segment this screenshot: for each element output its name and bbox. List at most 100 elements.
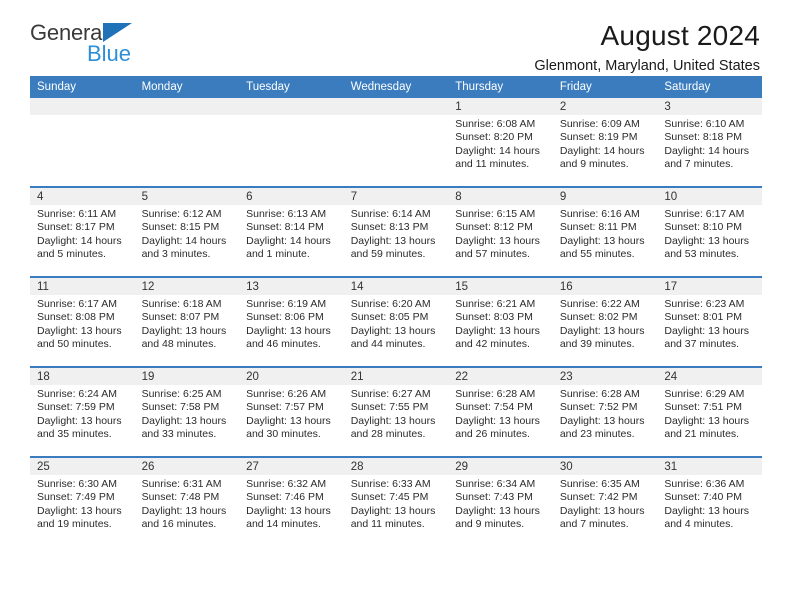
day-detail-line: and 33 minutes. — [141, 427, 217, 440]
page-subtitle: Glenmont, Maryland, United States — [534, 58, 760, 74]
calendar-day-cell[interactable]: 1 Sunrise: 6:08 AM Sunset: 8:20 PM Daylight… — [448, 98, 553, 187]
day-detail-line: and 4 minutes. — [664, 517, 734, 530]
day-number: 11 — [30, 278, 135, 295]
calendar-week-row: 18 Sunrise: 6:24 AM Sunset: 7:59 PM Dayligh… — [30, 366, 762, 457]
day-number: 1 — [448, 98, 553, 115]
day-details: Sunrise: 6:26 AM Sunset: 7:57 PM Daylight:… — [239, 385, 344, 441]
day-detail-line: and 1 minute. — [246, 247, 310, 260]
day-detail-line: Sunset: 7:40 PM — [664, 491, 743, 504]
day-details: Sunrise: 6:22 AM Sunset: 8:02 PM Daylight:… — [553, 295, 658, 351]
calendar-day-cell[interactable]: 24 Sunrise: 6:29 AM Sunset: 7:51 PM Dayligh… — [657, 366, 762, 457]
day-number: 7 — [343, 188, 449, 205]
day-detail-line: Sunset: 7:48 PM — [141, 491, 220, 504]
day-detail-line: and 35 minutes. — [37, 427, 112, 440]
day-detail-line: and 5 minutes. — [37, 247, 106, 260]
calendar-day-cell[interactable]: 2 Sunrise: 6:09 AM Sunset: 8:19 PM Daylight… — [552, 98, 658, 187]
day-detail-line: and 21 minutes. — [664, 427, 740, 440]
calendar-day-cell[interactable]: 30 Sunrise: 6:35 AM Sunset: 7:42 PM Dayligh… — [552, 456, 658, 546]
calendar-day-cell[interactable]: 11 Sunrise: 6:17 AM Sunset: 8:08 PM Dayligh… — [30, 276, 135, 367]
calendar-day-cell[interactable]: 25 Sunrise: 6:30 AM Sunset: 7:49 PM Dayligh… — [30, 456, 135, 546]
day-details: Sunrise: 6:17 AM Sunset: 8:10 PM Daylight:… — [657, 205, 762, 261]
day-number — [343, 98, 449, 115]
calendar-day-cell[interactable]: 31 Sunrise: 6:36 AM Sunset: 7:40 PM Dayligh… — [657, 456, 762, 546]
day-detail-line: and 7 minutes. — [664, 157, 734, 170]
day-detail-line: Sunrise: 6:26 AM — [246, 388, 327, 400]
day-detail-line: Daylight: 13 hours — [559, 504, 645, 517]
day-detail-line: Sunset: 7:57 PM — [246, 401, 324, 414]
calendar-day-cell[interactable]: 23 Sunrise: 6:28 AM Sunset: 7:52 PM Dayligh… — [552, 366, 658, 457]
calendar-day-cell[interactable]: 7 Sunrise: 6:14 AM Sunset: 8:13 PM Daylight… — [343, 186, 449, 277]
day-number: 3 — [657, 98, 762, 115]
weekday-header-tuesday: Tuesday — [239, 76, 344, 98]
calendar-day-cell[interactable]: 9 Sunrise: 6:16 AM Sunset: 8:11 PM Daylight… — [552, 186, 658, 277]
day-detail-line: Sunrise: 6:13 AM — [246, 208, 327, 220]
calendar-day-cell[interactable]: 19 Sunrise: 6:25 AM Sunset: 7:58 PM Dayligh… — [134, 366, 240, 457]
calendar-day-cell[interactable]: 6 Sunrise: 6:13 AM Sunset: 8:14 PM Daylight… — [239, 186, 344, 277]
day-details: Sunrise: 6:17 AM Sunset: 8:08 PM Daylight:… — [30, 295, 135, 351]
day-detail-line: Sunrise: 6:35 AM — [559, 478, 640, 490]
day-detail-line: Sunset: 7:54 PM — [455, 401, 533, 414]
calendar-day-cell[interactable]: 13 Sunrise: 6:19 AM Sunset: 8:06 PM Dayligh… — [239, 276, 344, 367]
day-number: 5 — [134, 188, 240, 205]
calendar-day-cell[interactable]: 10 Sunrise: 6:17 AM Sunset: 8:10 PM Dayligh… — [657, 186, 762, 277]
calendar-day-cell[interactable]: 20 Sunrise: 6:26 AM Sunset: 7:57 PM Dayligh… — [239, 366, 344, 457]
calendar-day-cell[interactable]: 12 Sunrise: 6:18 AM Sunset: 8:07 PM Dayligh… — [134, 276, 240, 367]
day-detail-line: Daylight: 13 hours — [350, 504, 436, 517]
calendar-day-cell[interactable]: 8 Sunrise: 6:15 AM Sunset: 8:12 PM Daylight… — [448, 186, 553, 277]
day-detail-line: Daylight: 13 hours — [559, 324, 645, 337]
calendar-week-row: 25 Sunrise: 6:30 AM Sunset: 7:49 PM Dayligh… — [30, 456, 762, 546]
day-detail-line: Sunset: 7:52 PM — [559, 401, 638, 414]
day-number: 9 — [552, 188, 658, 205]
day-detail-line: Sunset: 8:14 PM — [246, 221, 324, 234]
day-details: Sunrise: 6:13 AM Sunset: 8:14 PM Daylight:… — [239, 205, 344, 261]
calendar-day-cell[interactable]: 22 Sunrise: 6:28 AM Sunset: 7:54 PM Dayligh… — [448, 366, 553, 457]
day-details: Sunrise: 6:30 AM Sunset: 7:49 PM Daylight:… — [30, 475, 135, 531]
day-details: Sunrise: 6:23 AM Sunset: 8:01 PM Daylight:… — [657, 295, 762, 351]
calendar-page: General Blue August 2024 Glenmont, Maryl… — [0, 0, 792, 612]
day-detail-line: Daylight: 13 hours — [246, 414, 331, 427]
calendar-day-cell[interactable]: 4 Sunrise: 6:11 AM Sunset: 8:17 PM Daylight… — [30, 186, 135, 277]
title-block: August 2024 Glenmont, Maryland, United S… — [534, 20, 762, 76]
calendar-day-cell-empty — [134, 98, 240, 187]
day-detail-line: Sunset: 7:58 PM — [141, 401, 220, 414]
calendar-day-cell[interactable]: 3 Sunrise: 6:10 AM Sunset: 8:18 PM Daylight… — [657, 98, 762, 187]
calendar-day-cell[interactable]: 17 Sunrise: 6:23 AM Sunset: 8:01 PM Dayligh… — [657, 276, 762, 367]
day-detail-line: Daylight: 13 hours — [455, 414, 540, 427]
calendar-day-cell-empty — [30, 98, 135, 187]
page-header: General Blue August 2024 Glenmont, Maryl… — [30, 0, 762, 76]
day-details: Sunrise: 6:35 AM Sunset: 7:42 PM Daylight:… — [553, 475, 658, 531]
day-detail-line: Daylight: 13 hours — [246, 324, 331, 337]
day-detail-line: Sunset: 8:05 PM — [350, 311, 429, 324]
day-number: 29 — [448, 458, 553, 475]
day-detail-line: Sunrise: 6:20 AM — [350, 298, 431, 310]
day-detail-line: and 7 minutes. — [559, 517, 629, 530]
day-detail-line: Daylight: 13 hours — [37, 324, 122, 337]
day-detail-line: and 42 minutes. — [455, 337, 530, 350]
day-detail-line: Daylight: 14 hours — [559, 144, 645, 157]
day-number — [239, 98, 344, 115]
calendar-day-cell[interactable]: 16 Sunrise: 6:22 AM Sunset: 8:02 PM Dayligh… — [552, 276, 658, 367]
day-detail-line: Sunset: 8:18 PM — [664, 131, 743, 144]
day-detail-line: Daylight: 13 hours — [559, 234, 645, 247]
calendar-day-cell[interactable]: 15 Sunrise: 6:21 AM Sunset: 8:03 PM Dayligh… — [448, 276, 553, 367]
day-details: Sunrise: 6:16 AM Sunset: 8:11 PM Daylight:… — [553, 205, 658, 261]
day-details: Sunrise: 6:14 AM Sunset: 8:13 PM Daylight:… — [344, 205, 449, 261]
day-detail-line: Sunrise: 6:21 AM — [455, 298, 536, 310]
calendar-day-cell[interactable]: 18 Sunrise: 6:24 AM Sunset: 7:59 PM Dayligh… — [30, 366, 135, 457]
calendar-table: Sunday Monday Tuesday Wednesday Thursday… — [30, 76, 762, 546]
calendar-day-cell[interactable]: 29 Sunrise: 6:34 AM Sunset: 7:43 PM Dayligh… — [448, 456, 553, 546]
day-detail-line: Daylight: 14 hours — [141, 234, 227, 247]
day-detail-line: Sunrise: 6:24 AM — [37, 388, 117, 400]
day-detail-line: Sunrise: 6:17 AM — [664, 208, 745, 220]
calendar-day-cell[interactable]: 28 Sunrise: 6:33 AM Sunset: 7:45 PM Dayligh… — [343, 456, 449, 546]
weekday-header-monday: Monday — [134, 76, 240, 98]
day-detail-line: Daylight: 13 hours — [350, 324, 436, 337]
calendar-day-cell[interactable]: 5 Sunrise: 6:12 AM Sunset: 8:15 PM Daylight… — [134, 186, 240, 277]
weekday-header-thursday: Thursday — [448, 76, 553, 98]
calendar-day-cell[interactable]: 26 Sunrise: 6:31 AM Sunset: 7:48 PM Dayligh… — [134, 456, 240, 546]
day-detail-line: Daylight: 13 hours — [37, 504, 122, 517]
calendar-day-cell[interactable]: 27 Sunrise: 6:32 AM Sunset: 7:46 PM Dayligh… — [239, 456, 344, 546]
calendar-day-cell[interactable]: 21 Sunrise: 6:27 AM Sunset: 7:55 PM Dayligh… — [343, 366, 449, 457]
calendar-day-cell[interactable]: 14 Sunrise: 6:20 AM Sunset: 8:05 PM Dayligh… — [343, 276, 449, 367]
day-detail-line: and 14 minutes. — [246, 517, 321, 530]
